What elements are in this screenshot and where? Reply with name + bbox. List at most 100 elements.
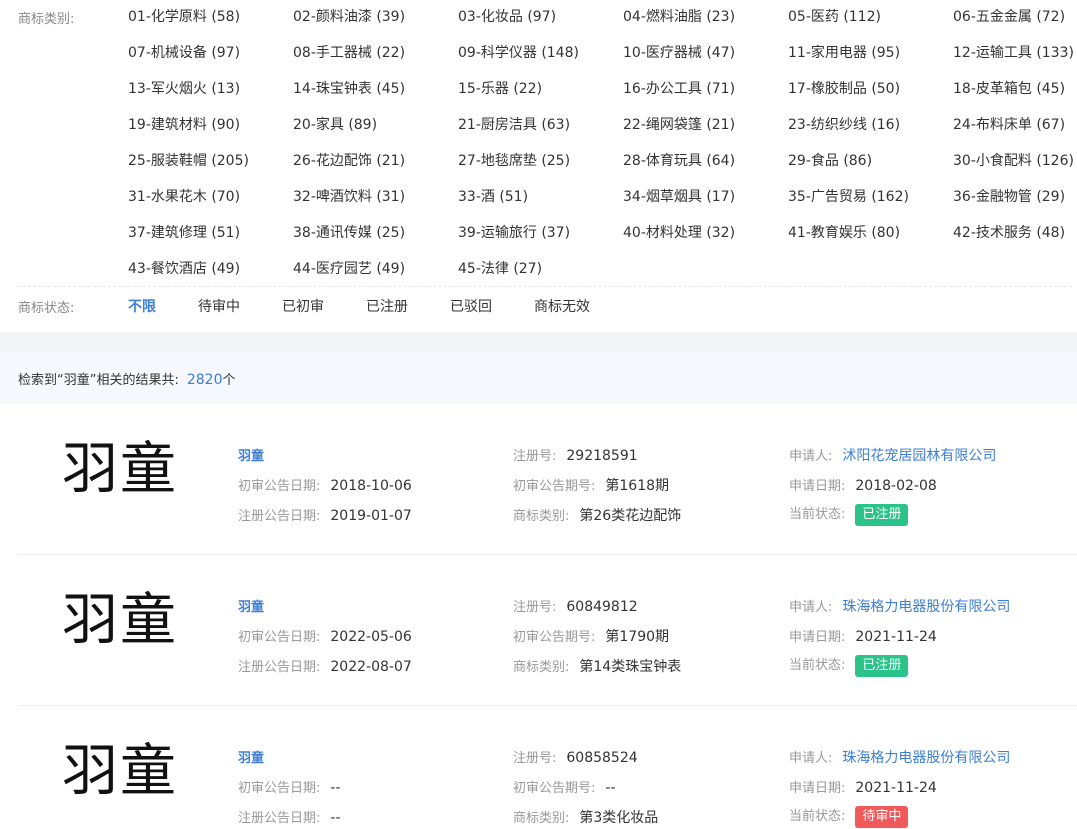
- status-option-prelim[interactable]: 已初审: [282, 296, 324, 316]
- category-value: 第3类化妆品: [579, 810, 659, 826]
- category-option[interactable]: 34-烟草烟具 (17): [623, 186, 735, 206]
- result-card[interactable]: 羽童 羽童初审公告日期: 2022-05-06 注册公告日期: 2022-08-07 注册…: [18, 555, 1077, 706]
- category-option[interactable]: 36-金融物管 (29): [953, 186, 1065, 206]
- reg-no-value: 60849812: [566, 599, 638, 615]
- category-option[interactable]: 21-厨房洁具 (63): [458, 114, 570, 134]
- category-option[interactable]: 04-燃料油脂 (23): [623, 6, 735, 26]
- status-filter-label: 商标状态:: [18, 301, 75, 316]
- reg-no-value: 60858524: [566, 750, 638, 766]
- status-label: 当前状态:: [789, 507, 846, 522]
- result-summary-bar: 检索到“羽童”相关的结果共: 2820个: [0, 352, 1077, 404]
- status-option-invalid[interactable]: 商标无效: [534, 296, 590, 316]
- reg-no-label: 注册号:: [513, 600, 557, 615]
- category-option[interactable]: 20-家具 (89): [293, 114, 377, 134]
- category-option[interactable]: 27-地毯席垫 (25): [458, 150, 570, 170]
- status-option-all[interactable]: 不限: [128, 296, 156, 316]
- category-option[interactable]: 22-绳网袋篷 (21): [623, 114, 735, 134]
- category-value: 第26类花边配饰: [579, 508, 682, 524]
- result-card[interactable]: 羽童 羽童 初审公告日期: 2018-10-06 注册公告日期: 2019-01-07 注册…: [18, 404, 1077, 555]
- category-filter-label: 商标类别:: [18, 12, 75, 27]
- apply-date-value: 2018-02-08: [855, 478, 937, 494]
- category-option[interactable]: 16-办公工具 (71): [623, 78, 735, 98]
- category-option[interactable]: 13-军火烟火 (13): [128, 78, 240, 98]
- trademark-image[interactable]: 羽童: [62, 744, 178, 800]
- category-option[interactable]: 35-广告贸易 (162): [788, 186, 909, 206]
- prelim-issue-value: --: [605, 780, 616, 796]
- category-option[interactable]: 32-啤酒饮料 (31): [293, 186, 405, 206]
- trademark-image[interactable]: 羽童: [62, 593, 178, 649]
- applicant-label: 申请人:: [789, 449, 833, 464]
- prelim-issue-value: 第1790期: [605, 629, 670, 645]
- status-label: 当前状态:: [789, 809, 846, 824]
- status-option-registered[interactable]: 已注册: [366, 296, 408, 316]
- status-option-pending[interactable]: 待审中: [198, 296, 240, 316]
- category-option[interactable]: 07-机械设备 (97): [128, 42, 240, 62]
- trademark-name-link[interactable]: 羽童: [238, 751, 264, 766]
- category-option[interactable]: 40-材料处理 (32): [623, 222, 735, 242]
- category-option[interactable]: 45-法律 (27): [458, 258, 542, 278]
- category-option[interactable]: 30-小食配料 (126): [953, 150, 1074, 170]
- trademark-image[interactable]: 羽童: [62, 442, 178, 498]
- result-summary: 检索到“羽童”相关的结果共: 2820个: [18, 369, 236, 388]
- category-option[interactable]: 03-化妆品 (97): [458, 6, 556, 26]
- divider: [18, 286, 1072, 287]
- filter-panel: 商标类别: 01-化学原料 (58) 02-颜料油漆 (39) 03-化妆品 (97…: [0, 0, 1077, 332]
- prelim-date-value: 2022-05-06: [330, 629, 412, 645]
- reg-date-label: 注册公告日期:: [238, 811, 321, 826]
- category-option[interactable]: 11-家用电器 (95): [788, 42, 900, 62]
- section-gap: [0, 332, 1077, 352]
- category-option[interactable]: 28-体育玩具 (64): [623, 150, 735, 170]
- applicant-link[interactable]: 珠海格力电器股份有限公司: [842, 599, 1010, 615]
- reg-no-label: 注册号:: [513, 751, 557, 766]
- category-option[interactable]: 18-皮革箱包 (45): [953, 78, 1065, 98]
- prelim-issue-value: 第1618期: [605, 478, 670, 494]
- reg-no-label: 注册号:: [513, 449, 557, 464]
- status-option-rejected[interactable]: 已驳回: [450, 296, 492, 316]
- category-option[interactable]: 31-水果花木 (70): [128, 186, 240, 206]
- category-option[interactable]: 09-科学仪器 (148): [458, 42, 579, 62]
- category-option[interactable]: 12-运输工具 (133): [953, 42, 1074, 62]
- category-option[interactable]: 41-教育娱乐 (80): [788, 222, 900, 242]
- category-option[interactable]: 24-布料床单 (67): [953, 114, 1065, 134]
- applicant-link[interactable]: 珠海格力电器股份有限公司: [842, 750, 1010, 766]
- category-option[interactable]: 26-花边配饰 (21): [293, 150, 405, 170]
- category-option[interactable]: 14-珠宝钟表 (45): [293, 78, 405, 98]
- category-option[interactable]: 01-化学原料 (58): [128, 6, 240, 26]
- reg-date-label: 注册公告日期:: [238, 509, 321, 524]
- trademark-name-link[interactable]: 羽童: [238, 449, 264, 464]
- category-option[interactable]: 08-手工器械 (22): [293, 42, 405, 62]
- prelim-issue-label: 初审公告期号:: [513, 630, 596, 645]
- trademark-name-link[interactable]: 羽童: [238, 600, 264, 615]
- result-card[interactable]: 羽童 羽童 初审公告日期: -- 注册公告日期: -- 注册号: 60858524 初审公告期号…: [18, 706, 1077, 829]
- category-option[interactable]: 39-运输旅行 (37): [458, 222, 570, 242]
- prelim-date-label: 初审公告日期:: [238, 479, 321, 494]
- prelim-date-label: 初审公告日期:: [238, 630, 321, 645]
- apply-date-label: 申请日期:: [789, 630, 846, 645]
- category-option[interactable]: 43-餐饮酒店 (49): [128, 258, 240, 278]
- category-option[interactable]: 37-建筑修理 (51): [128, 222, 240, 242]
- category-option[interactable]: 33-酒 (51): [458, 186, 528, 206]
- result-count: 2820: [186, 372, 223, 388]
- category-option[interactable]: 10-医疗器械 (47): [623, 42, 735, 62]
- category-option[interactable]: 15-乐器 (22): [458, 78, 542, 98]
- reg-date-value: 2022-08-07: [330, 659, 412, 675]
- category-option[interactable]: 38-通讯传媒 (25): [293, 222, 405, 242]
- category-option[interactable]: 23-纺织纱线 (16): [788, 114, 900, 134]
- prelim-issue-label: 初审公告期号:: [513, 781, 596, 796]
- category-option[interactable]: 02-颜料油漆 (39): [293, 6, 405, 26]
- category-option[interactable]: 25-服装鞋帽 (205): [128, 150, 249, 170]
- prelim-date-value: 2018-10-06: [330, 478, 412, 494]
- status-badge: 待审中: [855, 806, 909, 828]
- result-summary-text: 检索到“羽童”相关的结果共:: [18, 373, 179, 388]
- category-option[interactable]: 29-食品 (86): [788, 150, 872, 170]
- category-option[interactable]: 42-技术服务 (48): [953, 222, 1065, 242]
- apply-date-label: 申请日期:: [789, 781, 846, 796]
- category-option[interactable]: 19-建筑材料 (90): [128, 114, 240, 134]
- category-option[interactable]: 05-医药 (112): [788, 6, 881, 26]
- category-option[interactable]: 44-医疗园艺 (49): [293, 258, 405, 278]
- status-badge: 已注册: [855, 504, 909, 526]
- applicant-link[interactable]: 沭阳花宠居园林有限公司: [842, 448, 996, 464]
- category-option[interactable]: 06-五金金属 (72): [953, 6, 1065, 26]
- reg-date-label: 注册公告日期:: [238, 660, 321, 675]
- category-option[interactable]: 17-橡胶制品 (50): [788, 78, 900, 98]
